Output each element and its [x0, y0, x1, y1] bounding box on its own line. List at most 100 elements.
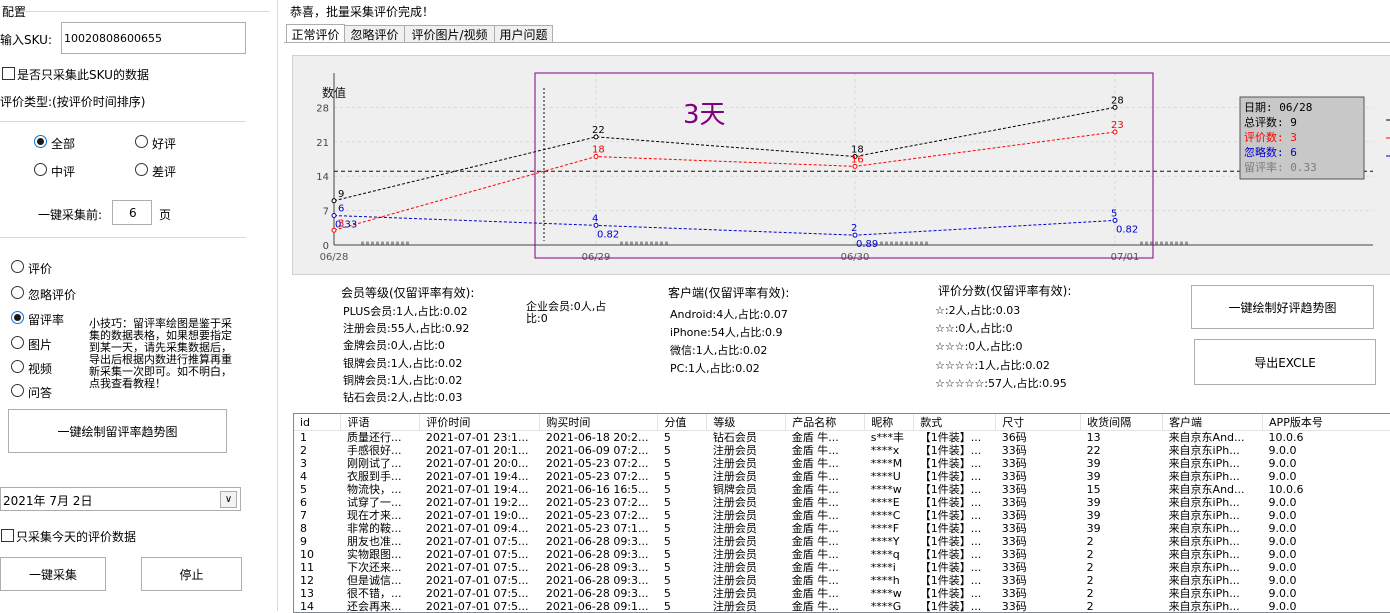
- table-cell: 2: [1086, 535, 1094, 548]
- table-row[interactable]: 3 刚刚试了... 2021-07-01 20:0... 2021-05-23 07:…: [294, 457, 1390, 470]
- table-row[interactable]: 5 物流快，... 2021-07-01 19:4... 2021-06-16 16:…: [294, 483, 1390, 496]
- column-header[interactable]: 等级: [706, 414, 787, 431]
- table-cell: 13: [1086, 430, 1101, 444]
- table-row[interactable]: 12 但是诚信... 2021-07-01 07:5... 2021-06-28 09…: [294, 574, 1390, 587]
- column-header[interactable]: 昵称: [864, 414, 915, 431]
- table-cell: 来自京东iPh...: [1168, 496, 1240, 509]
- column-header[interactable]: 评价时间: [419, 414, 541, 431]
- tooltip-line: 留评率: 0.33: [1244, 160, 1317, 174]
- data-label: 16: [851, 154, 864, 165]
- tip-link[interactable]: 小技巧：留评率绘图是鉴于采集的数据表格，如果想要指定到某一天，请先采集数据后，导…: [89, 318, 236, 390]
- table-cell: 2: [1086, 574, 1094, 587]
- table-cell: ****U: [870, 470, 901, 483]
- tab-review-media[interactable]: 评价图片/视频: [404, 25, 495, 43]
- sku-input[interactable]: 10020808600655: [61, 22, 246, 54]
- table-row[interactable]: 1 质量还行... 2021-07-01 23:1... 2021-06-18 20:…: [294, 431, 1390, 445]
- table-cell: ****i: [870, 561, 896, 574]
- date-picker-value: 2021年 7月 2日: [3, 494, 93, 508]
- column-header[interactable]: 尺寸: [995, 414, 1082, 431]
- type-radio-medium[interactable]: [34, 163, 47, 176]
- y-tick-label: 21: [316, 138, 329, 149]
- metric-radio-retention[interactable]: [11, 311, 24, 324]
- table-cell: 2021-06-09 07:2...: [545, 444, 649, 457]
- table-cell: 2021-07-01 07:5...: [425, 574, 529, 587]
- table-cell: 33码: [1001, 496, 1027, 509]
- table-row[interactable]: 13 很不错，... 2021-07-01 07:5... 2021-06-28 09…: [294, 587, 1390, 600]
- table-cell: 【1件装】...: [919, 470, 982, 483]
- table-cell: 注册会员: [712, 600, 757, 613]
- metric-radio-ignored[interactable]: [11, 286, 24, 299]
- table-cell: 实物跟图...: [346, 548, 402, 561]
- table-cell: 5: [663, 561, 671, 574]
- table-cell: 2021-05-23 07:1...: [545, 522, 649, 535]
- table-cell: 9.0.0: [1268, 561, 1297, 574]
- type-radio-all[interactable]: [34, 135, 47, 148]
- export-excel-button[interactable]: 导出EXCLE: [1194, 339, 1376, 385]
- table-row[interactable]: 6 试穿了一... 2021-07-01 19:2... 2021-05-23 07:…: [294, 496, 1390, 509]
- tab-ignored-reviews[interactable]: 忽略评价: [344, 25, 405, 43]
- table-cell: 9.0.0: [1268, 587, 1297, 600]
- x-tick-label: 06/28: [320, 252, 349, 263]
- draw-retention-button[interactable]: 一键绘制留评率趋势图: [8, 409, 227, 453]
- table-cell: 很不错，...: [346, 587, 402, 600]
- table-row[interactable]: 10 实物跟图... 2021-07-01 07:5... 2021-06-28 09…: [294, 548, 1390, 561]
- table-cell: 2021-06-28 09:3...: [545, 535, 649, 548]
- date-picker[interactable]: 2021年 7月 2日 ∨: [0, 487, 241, 511]
- table-row[interactable]: 7 现在才来... 2021-07-01 19:0... 2021-05-23 07:…: [294, 509, 1390, 522]
- table-cell: 12: [300, 574, 314, 587]
- column-header[interactable]: 产品名称: [785, 414, 866, 431]
- sku-label: 输入SKU:: [0, 33, 52, 47]
- panel-divider: [277, 0, 278, 611]
- tab-normal-reviews[interactable]: 正常评价: [286, 24, 345, 43]
- column-header[interactable]: 客户端: [1162, 414, 1264, 431]
- table-cell: 物流快，...: [346, 483, 402, 496]
- stop-button[interactable]: 停止: [141, 557, 242, 591]
- table-row[interactable]: 4 衣服到手... 2021-07-01 19:4... 2021-05-23 07:…: [294, 470, 1390, 483]
- table-cell: 5: [663, 496, 671, 509]
- table-cell: 刚刚试了...: [346, 457, 402, 470]
- table-cell: 2021-07-01 23:1...: [425, 430, 529, 444]
- column-header[interactable]: id: [294, 414, 342, 431]
- only-sku-checkbox[interactable]: [2, 67, 15, 80]
- tab-strip-border: [284, 42, 1390, 43]
- table-cell: ****G: [870, 600, 902, 613]
- table-row[interactable]: 11 下次还来... 2021-07-01 07:5... 2021-06-28 09…: [294, 561, 1390, 574]
- trend-chart: 0 7 14 21 28 数值 06/28 06/29 06/30 07/01 9 22 18 28 3 18…: [292, 55, 1390, 275]
- column-header[interactable]: 购买时间: [539, 414, 659, 431]
- tab-user-questions[interactable]: 用户问题: [494, 25, 553, 43]
- column-header[interactable]: APP版本号: [1262, 414, 1390, 431]
- column-header[interactable]: 款式: [913, 414, 997, 431]
- table-cell: 8: [300, 522, 307, 535]
- reviews-table[interactable]: id 评语 评价时间 购买时间 分值 等级 产品名称 昵称 款式 尺寸 收货间隔 客户端 APP版本号 …: [293, 413, 1390, 613]
- type-radio-good[interactable]: [135, 135, 148, 148]
- table-cell: 9.0.0: [1268, 470, 1297, 483]
- member-stat: 钻石会员:2人,占比:0.03: [343, 391, 463, 404]
- table-row[interactable]: 2 手感很好... 2021-07-01 20:1... 2021-06-09 07:…: [294, 444, 1390, 457]
- table-row[interactable]: 9 朋友也准... 2021-07-01 07:5... 2021-06-28 09:…: [294, 535, 1390, 548]
- data-label: 4: [592, 213, 598, 224]
- score-stats-title: 评价分数(仅留评率有效):: [938, 284, 1072, 298]
- chevron-down-icon[interactable]: ∨: [220, 491, 237, 508]
- metric-radio-image[interactable]: [11, 336, 24, 349]
- table-cell: 5: [663, 509, 671, 522]
- collect-button[interactable]: 一键采集: [0, 557, 106, 591]
- metric-radio-review[interactable]: [11, 260, 24, 273]
- metric-radio-video[interactable]: [11, 360, 24, 373]
- draw-good-trend-button[interactable]: 一键绘制好评趋势图: [1191, 285, 1374, 329]
- table-cell: 2021-06-28 09:3...: [545, 587, 649, 600]
- status-message: 恭喜，批量采集评价完成！: [290, 5, 435, 19]
- type-radio-bad[interactable]: [135, 163, 148, 176]
- data-label: 22: [592, 125, 605, 136]
- metric-label-qa: 问答: [28, 386, 53, 400]
- table-row[interactable]: 8 非常的鞍... 2021-07-01 09:4... 2021-05-23 07:…: [294, 522, 1390, 535]
- column-header[interactable]: 评语: [340, 414, 421, 431]
- column-header[interactable]: 分值: [657, 414, 708, 431]
- column-header[interactable]: 收货间隔: [1080, 414, 1164, 431]
- only-today-checkbox[interactable]: [1, 529, 14, 542]
- table-cell: 9.0.0: [1268, 548, 1297, 561]
- table-row[interactable]: 14 还会再来... 2021-07-01 07:5... 2021-06-28 09…: [294, 600, 1390, 613]
- table-cell: 【1件装】...: [919, 457, 982, 470]
- metric-radio-qa[interactable]: [11, 384, 24, 397]
- pages-input[interactable]: 6: [112, 200, 152, 225]
- table-cell: 10.0.6: [1268, 483, 1304, 496]
